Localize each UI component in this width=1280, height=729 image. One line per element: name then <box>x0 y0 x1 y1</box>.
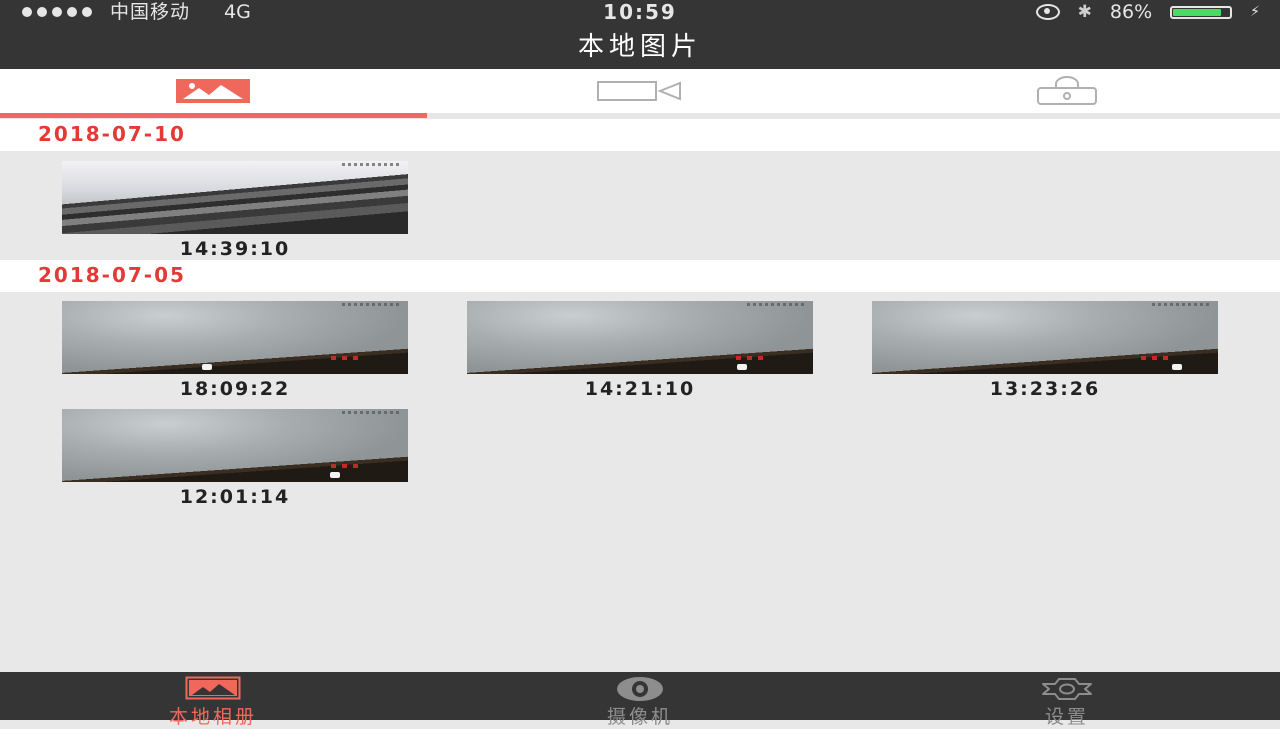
nav-label: 本地相册 <box>168 706 257 728</box>
light-spot <box>737 364 747 370</box>
tab-videos[interactable] <box>427 69 853 113</box>
page-title: 本地图片 <box>577 32 702 62</box>
nav-local-album[interactable]: 本地相册 <box>0 672 426 728</box>
photo-thumbnail[interactable] <box>62 161 408 234</box>
nav-camera[interactable]: 摄像机 <box>427 672 853 728</box>
red-marks <box>736 356 763 360</box>
photo-time: 18:09:22 <box>179 378 291 400</box>
photo-time: 14:21:10 <box>584 378 696 400</box>
carrier-name: 中国移动 <box>110 1 191 23</box>
date-label: 2018-07-10 <box>38 122 186 146</box>
charging-icon: ⚡ <box>1250 4 1260 20</box>
photo-thumbnail[interactable] <box>62 409 408 482</box>
signal-strength-icon <box>22 7 92 17</box>
nav-label: 设置 <box>1044 706 1089 728</box>
nav-label: 摄像机 <box>606 706 673 728</box>
video-icon <box>597 81 681 101</box>
photo-time: 13:23:26 <box>989 378 1101 400</box>
photo-thumbnail[interactable] <box>467 301 813 374</box>
lock-icon <box>1037 76 1097 105</box>
light-spot <box>1172 364 1182 370</box>
top-bar: 中国移动 4G 10:59 ✱ 86% ⚡ 本地图片 <box>0 0 1280 69</box>
watermark <box>342 303 402 306</box>
bottom-nav: 本地相册 摄像机 设置 <box>0 672 1280 728</box>
orientation-lock-icon <box>1035 4 1060 20</box>
light-spot <box>202 364 212 370</box>
album-icon <box>185 676 241 700</box>
light-spot <box>330 472 340 478</box>
watermark <box>342 163 402 166</box>
photo-thumbnail[interactable] <box>62 301 408 374</box>
image-icon <box>176 79 250 103</box>
bluetooth-icon: ✱ <box>1077 2 1092 22</box>
tab-active-indicator <box>0 113 427 118</box>
watermark <box>342 411 402 414</box>
watermark <box>1152 303 1212 306</box>
tab-photos[interactable] <box>0 69 426 113</box>
status-bar: 中国移动 4G 10:59 ✱ 86% ⚡ <box>0 0 1280 24</box>
camera-icon <box>617 677 663 701</box>
date-header: 2018-07-10 <box>0 119 1280 151</box>
date-label: 2018-07-05 <box>38 263 186 287</box>
battery-percent: 86% <box>1109 1 1153 23</box>
photo-time: 14:39:10 <box>179 238 291 260</box>
watermark <box>747 303 807 306</box>
media-type-tabs <box>0 69 1280 118</box>
red-marks <box>331 356 358 360</box>
photo-time: 12:01:14 <box>179 486 291 508</box>
red-marks <box>331 464 358 468</box>
tab-private[interactable] <box>854 69 1280 113</box>
network-type: 4G <box>224 1 251 23</box>
date-header: 2018-07-05 <box>0 260 1280 292</box>
gear-icon <box>1042 678 1092 700</box>
nav-settings[interactable]: 设置 <box>854 672 1280 728</box>
battery-icon <box>1170 5 1233 19</box>
photo-thumbnail[interactable] <box>872 301 1218 374</box>
red-marks <box>1141 356 1168 360</box>
